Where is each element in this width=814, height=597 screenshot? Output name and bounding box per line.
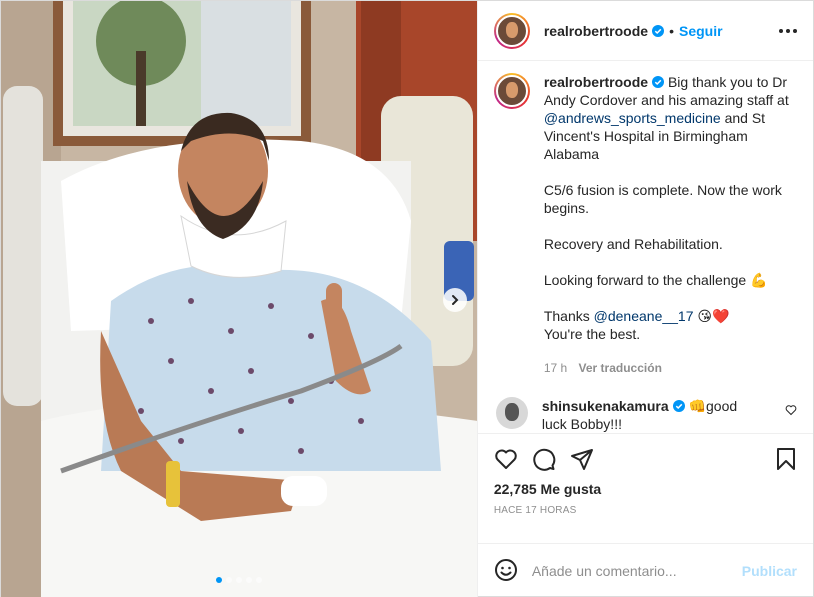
carousel-dot[interactable] xyxy=(215,577,222,583)
verified-icon xyxy=(652,24,665,37)
avatar[interactable] xyxy=(495,397,528,429)
caption-mention[interactable]: @andrews_sports_medicine xyxy=(544,110,721,126)
post-photo xyxy=(1,1,477,597)
comment-text: shinsukenakamura 👊good luck Bobby!!! xyxy=(542,397,762,433)
follow-button[interactable]: Seguir xyxy=(679,23,723,39)
comment-icon[interactable] xyxy=(532,447,556,471)
caption-meta: 17 h Ver traducción xyxy=(544,359,797,377)
carousel-dot[interactable] xyxy=(235,577,242,583)
translate-button[interactable]: Ver traducción xyxy=(579,361,662,375)
header-username[interactable]: realrobertroode xyxy=(544,23,648,39)
avatar[interactable] xyxy=(493,12,530,49)
share-icon[interactable] xyxy=(570,447,594,471)
caption-thanks: Thanks xyxy=(543,308,594,324)
action-bar xyxy=(478,434,813,484)
caption-paragraph: Thanks @deneane__17 😘❤️ You're the best. xyxy=(544,307,797,343)
caption-username[interactable]: realrobertroode xyxy=(544,74,648,90)
bookmark-icon[interactable] xyxy=(775,447,797,471)
likes-count[interactable]: 22,785 Me gusta xyxy=(478,481,813,497)
caption-emoji: 😘❤️ xyxy=(693,308,730,324)
post-header: realrobertroode • Seguir xyxy=(477,1,813,61)
caption: realrobertroode Big thank you to Dr Andy… xyxy=(493,73,797,377)
more-options-icon[interactable] xyxy=(779,28,797,33)
add-comment-bar: Publicar xyxy=(477,543,813,597)
post-modal: realrobertroode • Seguir realrobertroode… xyxy=(0,0,814,597)
comments-section[interactable]: realrobertroode Big thank you to Dr Andy… xyxy=(477,61,813,434)
carousel-dot[interactable] xyxy=(225,577,232,583)
header-separator: • xyxy=(669,22,674,39)
caption-paragraph: Recovery and Rehabilitation. xyxy=(543,236,723,252)
caption-paragraph: Looking forward to the challenge 💪 xyxy=(543,272,768,288)
publish-button[interactable]: Publicar xyxy=(742,563,797,579)
chevron-right-icon xyxy=(452,295,459,305)
post-timestamp[interactable]: HACE 17 HORAS xyxy=(478,505,813,516)
avatar[interactable] xyxy=(493,73,530,109)
heart-icon[interactable] xyxy=(494,447,518,471)
caption-mention[interactable]: @deneane__17 xyxy=(594,308,694,324)
caption-text: realrobertroode Big thank you to Dr Andy… xyxy=(544,73,797,377)
carousel-next-button[interactable] xyxy=(443,288,467,312)
caption-line: You're the best. xyxy=(543,326,641,342)
verified-icon xyxy=(652,76,665,88)
post-media[interactable] xyxy=(1,1,477,597)
comment-like-heart-icon[interactable] xyxy=(785,403,797,419)
caption-time[interactable]: 17 h xyxy=(544,361,567,375)
verified-icon xyxy=(672,400,685,412)
comment-input[interactable] xyxy=(531,563,742,579)
emoji-icon[interactable] xyxy=(494,558,518,585)
comment-username[interactable]: shinsukenakamura xyxy=(542,398,669,414)
carousel-dots xyxy=(1,577,477,583)
post-side-panel: realrobertroode • Seguir realrobertroode… xyxy=(476,1,813,597)
comment-item: shinsukenakamura 👊good luck Bobby!!! xyxy=(494,397,797,433)
caption-paragraph: C5/6 fusion is complete. Now the work be… xyxy=(543,182,782,216)
carousel-dot[interactable] xyxy=(245,577,252,583)
carousel-dot[interactable] xyxy=(255,577,262,583)
